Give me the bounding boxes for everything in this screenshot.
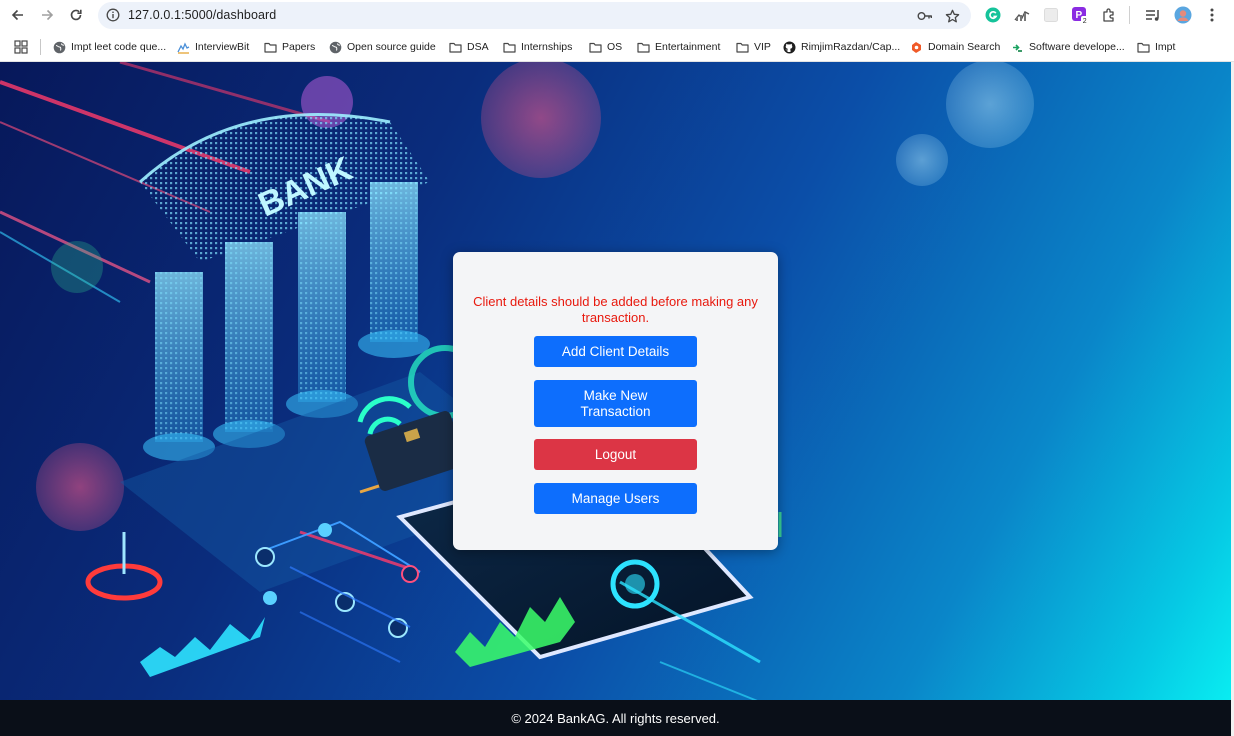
bookmark-item[interactable]: Software develope... [1011,39,1125,55]
bookmark-label: Internships [521,41,573,53]
bookmark-label: Papers [282,41,316,53]
client-details-notice: Client details should be added before ma… [473,294,758,325]
bookmarks-bar: Impt leet code que... InterviewBit Paper… [0,31,1234,62]
reload-icon[interactable] [65,4,87,26]
logout-button[interactable]: Logout [534,439,697,470]
analytics-extension-icon[interactable] [1013,6,1031,24]
bookmark-item[interactable]: OS [589,39,622,55]
interviewbit-icon [177,41,190,54]
bookmark-item[interactable]: InterviewBit [177,39,249,55]
site-info-icon[interactable] [105,7,121,23]
bookmark-item[interactable]: Papers [264,39,315,55]
browser-toolbar: 127.0.0.1:5000/dashboard P2 [0,0,1234,31]
dashboard-card: Client details should be added before ma… [453,252,778,550]
bookmark-item[interactable]: Open source guide [329,39,436,55]
address-bar[interactable]: 127.0.0.1:5000/dashboard [98,2,971,29]
bookmark-item[interactable]: Domain Search [910,39,1000,55]
bookmark-label: RimjimRazdan/Cap... [801,41,901,53]
bookmark-item[interactable]: DSA [449,39,489,55]
extension-badge: 2 [1083,18,1087,24]
bookmark-label: Software develope... [1029,41,1125,53]
bookmark-label: VIP [754,41,771,53]
bookmark-item[interactable]: Entertainment [637,39,720,55]
blank-extension-icon[interactable] [1042,6,1060,24]
folder-icon [449,41,462,54]
bookmark-label: Impt leet code que... [71,41,167,53]
page-viewport: BANK Client details should be added befo… [0,62,1231,736]
page-footer: © 2024 BankAG. All rights reserved. [0,700,1231,736]
forward-icon[interactable] [36,4,58,26]
toolbar-divider [1129,6,1130,24]
reading-list-icon[interactable] [1144,6,1162,24]
grammarly-extension-icon[interactable] [984,6,1002,24]
manage-users-button[interactable]: Manage Users [534,483,697,514]
profile-avatar[interactable] [1174,6,1192,24]
password-key-icon[interactable] [916,7,934,25]
bookmark-label: Domain Search [928,41,1001,53]
url-text[interactable]: 127.0.0.1:5000/dashboard [128,8,276,22]
bookmark-item[interactable]: RimjimRazdan/Cap... [783,39,900,55]
domain-search-icon [910,41,923,54]
extensions-puzzle-icon[interactable] [1100,6,1118,24]
bookmark-label: Impt [1155,41,1176,53]
folder-icon [589,41,602,54]
folder-icon [503,41,516,54]
software-icon [1011,41,1024,54]
globe-icon [53,41,66,54]
github-icon [783,41,796,54]
copyright-text: © 2024 BankAG. All rights reserved. [511,710,720,726]
folder-icon [264,41,277,54]
bookmark-label: Entertainment [655,41,721,53]
bookmark-item[interactable]: VIP [736,39,771,55]
bookmark-label: InterviewBit [195,41,250,53]
bookmark-item[interactable]: Internships [503,39,572,55]
p-extension-icon[interactable]: P2 [1071,6,1089,24]
folder-icon [637,41,650,54]
globe-icon [329,41,342,54]
make-new-transaction-button[interactable]: Make New Transaction [534,380,697,427]
bookmark-item[interactable]: Impt [1137,39,1175,55]
bookmark-star-icon[interactable] [943,7,961,25]
bookmarks-divider [40,39,41,55]
apps-grid-icon[interactable] [14,40,28,54]
bookmark-item[interactable]: Impt leet code que... [53,39,166,55]
back-icon[interactable] [7,4,29,26]
bookmark-label: Open source guide [347,41,436,53]
folder-icon [736,41,749,54]
bookmark-label: OS [607,41,623,53]
browser-menu-icon[interactable] [1203,6,1221,24]
folder-icon [1137,41,1150,54]
bookmark-label: DSA [467,41,489,53]
add-client-details-button[interactable]: Add Client Details [534,336,697,367]
